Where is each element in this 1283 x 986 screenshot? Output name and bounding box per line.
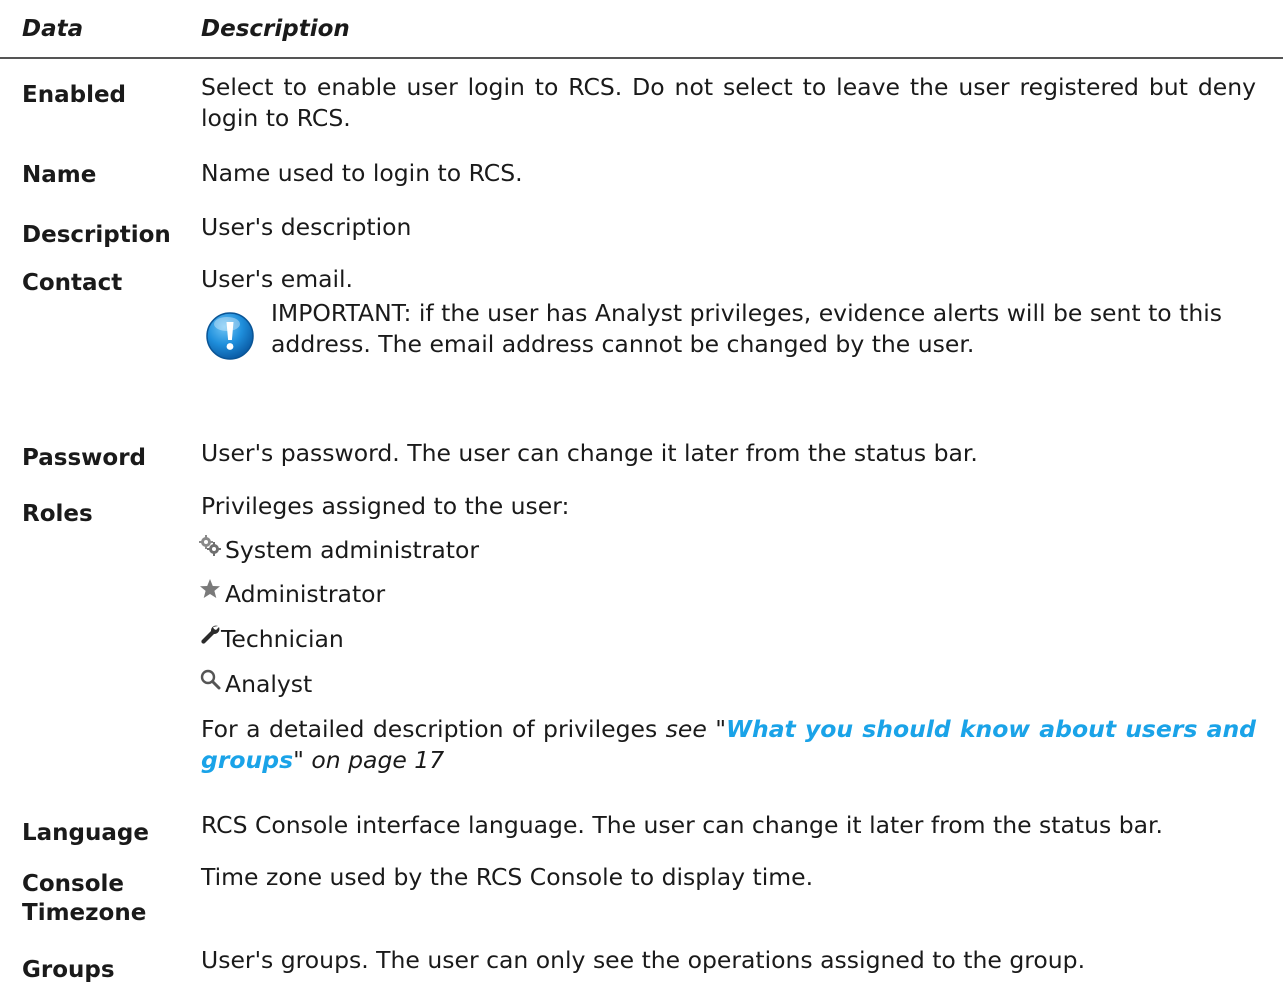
row-label-contact: Contact — [22, 270, 123, 296]
see-also-word: see " — [665, 715, 727, 743]
row-label-enabled: Enabled — [22, 82, 127, 108]
row-label-console: Console — [22, 871, 125, 897]
role-label: System administrator — [225, 536, 480, 564]
role-item-analyst: Analyst — [199, 669, 1254, 701]
roles-intro-text: Privileges assigned to the user: — [201, 492, 570, 520]
row-text-groups: User's groups. The user can only see the… — [201, 946, 1086, 974]
row-text-name: Name used to login to RCS. — [201, 159, 523, 187]
role-item-technician: Technician — [199, 624, 1254, 656]
important-icon — [206, 312, 254, 360]
row-label-timezone: Timezone — [22, 900, 147, 926]
column-header-description: Description — [201, 16, 350, 42]
star-icon — [199, 577, 225, 608]
role-item-system-administrator: System administrator — [199, 535, 1254, 567]
row-label-language: Language — [22, 820, 149, 846]
row-label-password: Password — [22, 445, 146, 471]
row-text-language: RCS Console interface language. The user… — [201, 811, 1163, 839]
see-also-prefix: For a detailed description of privileges — [201, 715, 666, 743]
column-header-data: Data — [22, 16, 84, 42]
row-label-console-timezone: Console Timezone — [22, 870, 146, 928]
role-label: Administrator — [225, 580, 386, 608]
row-text-enabled: Select to enable user login to RCS. Do n… — [201, 73, 1256, 132]
roles-see-also: For a detailed description of privileges… — [201, 714, 1256, 776]
row-text-password: User's password. The user can change it … — [201, 439, 978, 467]
row-label-groups: Groups — [22, 957, 115, 983]
gears-icon — [199, 533, 225, 564]
row-text-description: User's description — [201, 213, 412, 241]
row-label-name: Name — [22, 162, 97, 188]
magnifier-icon — [199, 667, 225, 698]
role-item-administrator: Administrator — [199, 579, 1254, 611]
wrench-icon — [199, 622, 221, 653]
row-label-description: Description — [22, 222, 171, 248]
row-text-console-timezone: Time zone used by the RCS Console to dis… — [201, 863, 814, 891]
see-also-suffix: " on page 17 — [293, 746, 445, 774]
important-note-text: IMPORTANT: if the user has Analyst privi… — [271, 299, 1223, 358]
row-label-roles: Roles — [22, 501, 93, 527]
row-text-contact: User's email. — [201, 265, 354, 293]
header-divider — [0, 57, 1283, 59]
role-label: Technician — [221, 625, 344, 653]
role-label: Analyst — [225, 670, 313, 698]
